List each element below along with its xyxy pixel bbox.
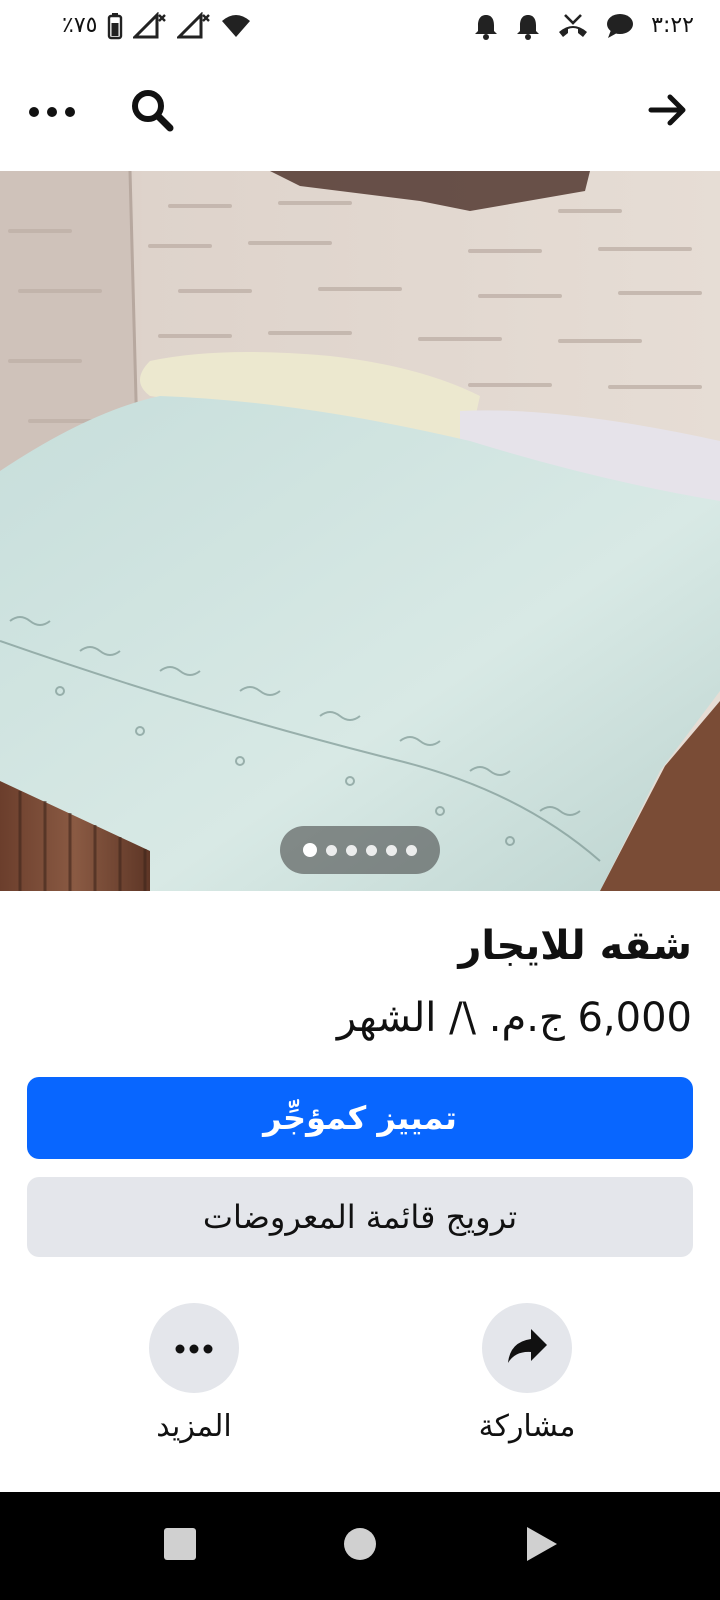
more-options-button[interactable] xyxy=(20,76,84,148)
bed-photo xyxy=(0,171,720,891)
gallery-dot[interactable] xyxy=(346,844,357,856)
gallery-dot[interactable] xyxy=(406,844,417,856)
home-circle-icon xyxy=(343,1527,377,1565)
mark-as-landlord-button[interactable]: تمييز كمؤجِّر xyxy=(27,1077,693,1159)
signal-x-icon xyxy=(133,12,167,40)
nav-back-button[interactable] xyxy=(492,1492,592,1600)
back-arrow-icon xyxy=(648,93,688,131)
recents-button[interactable] xyxy=(130,1492,230,1600)
search-button[interactable] xyxy=(120,76,184,148)
status-bar-right: ٣:٢٢ xyxy=(473,12,694,40)
battery-percent: ٪٧٥ xyxy=(62,13,98,38)
status-bar: ٪٧٥ ٣:٢٢ xyxy=(0,0,720,56)
back-button[interactable] xyxy=(636,76,700,148)
missed-call-icon xyxy=(557,12,589,40)
wifi-icon xyxy=(221,13,251,39)
listing-photo[interactable] xyxy=(0,171,720,891)
more-action-circle xyxy=(149,1303,239,1393)
share-arrow-icon xyxy=(505,1326,549,1370)
gallery-dot[interactable] xyxy=(366,844,377,856)
more-horizontal-icon xyxy=(175,1339,213,1358)
back-triangle-icon xyxy=(525,1525,559,1567)
gallery-dot[interactable] xyxy=(386,844,397,856)
listing-page: ٪٧٥ ٣:٢٢ شقه للايجار 6,000 ج.م. \/ الشهر… xyxy=(0,0,720,1600)
clock: ٣:٢٢ xyxy=(651,13,694,38)
more-action-button[interactable]: المزيد xyxy=(104,1303,284,1447)
listing-title: شقه للايجار xyxy=(458,923,692,969)
gallery-dot[interactable] xyxy=(303,843,317,857)
share-action-label: مشاركة xyxy=(478,1409,576,1444)
home-button[interactable] xyxy=(310,1492,410,1600)
status-bar-left: ٪٧٥ xyxy=(62,12,251,40)
notification-bell-icon xyxy=(515,12,541,40)
gallery-page-indicator[interactable] xyxy=(280,826,440,874)
share-action-circle xyxy=(482,1303,572,1393)
share-action-button[interactable]: مشاركة xyxy=(437,1303,617,1447)
listing-price: 6,000 ج.م. \/ الشهر xyxy=(336,995,692,1041)
more-action-label: المزيد xyxy=(156,1409,232,1444)
promote-listing-button[interactable]: ترويج قائمة المعروضات xyxy=(27,1177,693,1257)
top-app-bar xyxy=(0,76,720,148)
gallery-dot[interactable] xyxy=(326,844,337,856)
chat-bubble-icon xyxy=(605,12,635,40)
signal-x-icon xyxy=(177,12,211,40)
notification-bell-icon xyxy=(473,12,499,40)
battery-icon xyxy=(107,12,123,40)
recents-square-icon xyxy=(163,1527,197,1565)
more-icon xyxy=(28,103,76,122)
search-icon xyxy=(130,88,174,136)
system-nav-bar xyxy=(0,1492,720,1600)
